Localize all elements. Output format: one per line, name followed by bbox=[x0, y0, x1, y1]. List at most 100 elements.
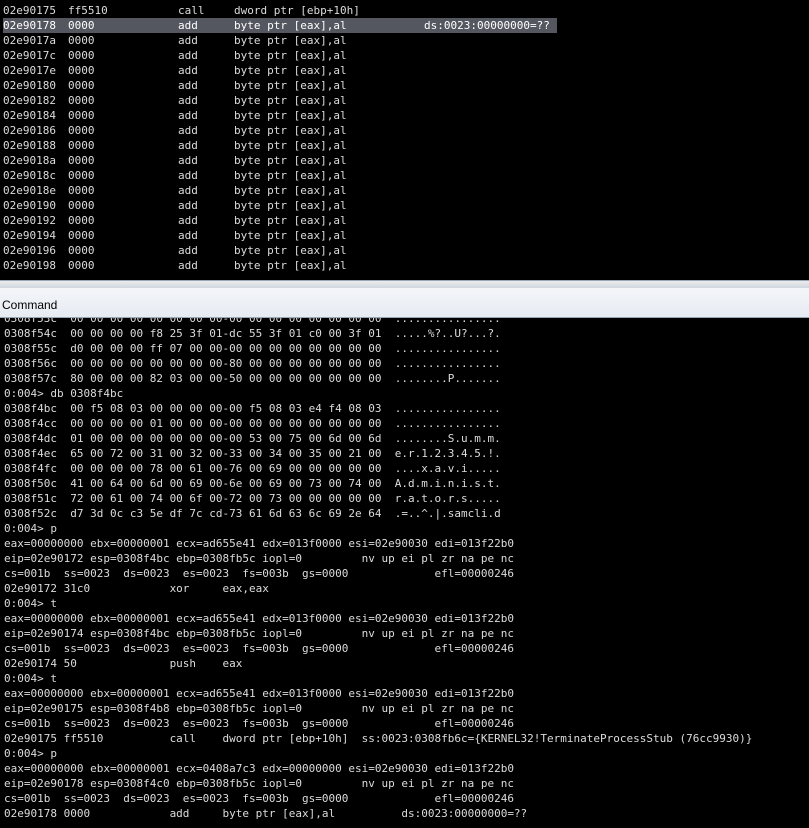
output-line: eip=02e90178 esp=0308f4c0 ebp=0308fb5c i… bbox=[4, 777, 514, 790]
instruction-operands: byte ptr [eax],al bbox=[234, 244, 347, 257]
command-output-pane[interactable]: 0308f53c 00 00 00 00 00 00 00 00-00 00 0… bbox=[0, 318, 809, 828]
instruction-mnemonic: add bbox=[178, 124, 198, 137]
pane-splitter[interactable] bbox=[0, 280, 809, 288]
instruction-mnemonic: add bbox=[178, 49, 198, 62]
instruction-address: 02e9017a bbox=[3, 34, 56, 47]
instruction-operands: byte ptr [eax],al bbox=[234, 49, 347, 62]
output-line: 0308f51c 72 00 61 00 74 00 6f 00-72 00 7… bbox=[4, 492, 501, 505]
command-prompt-line: 0:004> t bbox=[4, 672, 57, 685]
output-line: 0308f55c d0 00 00 00 ff 07 00 00-00 00 0… bbox=[4, 342, 501, 355]
instruction-address: 02e9018e bbox=[3, 184, 56, 197]
instruction-address: 02e9017c bbox=[3, 49, 56, 62]
instruction-address: 02e90180 bbox=[3, 79, 56, 92]
instruction-address: 02e90196 bbox=[3, 244, 56, 257]
command-output: 0308f53c 00 00 00 00 00 00 00 00-00 00 0… bbox=[4, 318, 809, 821]
instruction-address: 02e90188 bbox=[3, 139, 56, 152]
current-instruction-row[interactable]: 02e90178 0000 add byte ptr [eax],al ds:0023:… bbox=[3, 18, 557, 33]
disassembly-row[interactable]: 02e90184 0000 add byte ptr [eax],al bbox=[3, 108, 803, 123]
instruction-bytes: 0000 bbox=[68, 79, 95, 92]
instruction-mnemonic: add bbox=[178, 19, 198, 32]
instruction-operands: byte ptr [eax],al bbox=[234, 214, 347, 227]
instruction-address: 02e90198 bbox=[3, 259, 56, 272]
output-line: 0308f57c 80 00 00 00 82 03 00 00-50 00 0… bbox=[4, 372, 501, 385]
instruction-mnemonic: add bbox=[178, 154, 198, 167]
instruction-operands: byte ptr [eax],al bbox=[234, 184, 347, 197]
instruction-bytes: 0000 bbox=[68, 184, 95, 197]
output-line: 0308f54c 00 00 00 00 f8 25 3f 01-dc 55 3… bbox=[4, 327, 501, 340]
disassembly-row[interactable]: 02e90182 0000 add byte ptr [eax],al bbox=[3, 93, 803, 108]
instruction-operands: byte ptr [eax],al bbox=[234, 109, 347, 122]
instruction-mnemonic: add bbox=[178, 229, 198, 242]
instruction-mnemonic: add bbox=[178, 184, 198, 197]
instruction-bytes: 0000 bbox=[68, 154, 95, 167]
instruction-operands: byte ptr [eax],al bbox=[234, 154, 347, 167]
disassembly-row[interactable]: 02e90196 0000 add byte ptr [eax],al bbox=[3, 243, 803, 258]
instruction-operands: byte ptr [eax],al bbox=[234, 79, 347, 92]
instruction-operands: byte ptr [eax],al bbox=[234, 229, 347, 242]
instruction-bytes: 0000 bbox=[68, 109, 95, 122]
instruction-mnemonic: add bbox=[178, 169, 198, 182]
disassembly-row[interactable]: 02e9018c 0000 add byte ptr [eax],al bbox=[3, 168, 803, 183]
output-line: 0308f52c d7 3d 0c c3 5e df 7c cd-73 61 6… bbox=[4, 507, 501, 520]
output-line: eip=02e90175 esp=0308f4b8 ebp=0308fb5c i… bbox=[4, 702, 514, 715]
instruction-operands: byte ptr [eax],al bbox=[234, 19, 347, 32]
disassembly-row[interactable]: 02e90192 0000 add byte ptr [eax],al bbox=[3, 213, 803, 228]
instruction-mnemonic: add bbox=[178, 64, 198, 77]
instruction-bytes: 0000 bbox=[68, 19, 95, 32]
disassembly-row[interactable]: 02e90198 0000 add byte ptr [eax],al bbox=[3, 258, 803, 273]
command-window-title: Command bbox=[2, 298, 58, 312]
output-line: 0308f4dc 01 00 00 00 00 00 00 00-00 53 0… bbox=[4, 432, 501, 445]
output-line: eip=02e90172 esp=0308f4bc ebp=0308fb5c i… bbox=[4, 552, 514, 565]
output-line: cs=001b ss=0023 ds=0023 es=0023 fs=003b … bbox=[4, 642, 514, 655]
output-line: 02e90178 0000 add byte ptr [eax],al ds:0… bbox=[4, 807, 528, 820]
instruction-mnemonic: add bbox=[178, 199, 198, 212]
instruction-bytes: ff5510 bbox=[68, 4, 108, 17]
disassembly-row[interactable]: 02e9018a 0000 add byte ptr [eax],al bbox=[3, 153, 803, 168]
instruction-operands: byte ptr [eax],al bbox=[234, 94, 347, 107]
output-line: eip=02e90174 esp=0308f4bc ebp=0308fb5c i… bbox=[4, 627, 514, 640]
instruction-annotation: ds:0023:00000000=?? bbox=[424, 19, 550, 32]
disassembly-row[interactable]: 02e90190 0000 add byte ptr [eax],al bbox=[3, 198, 803, 213]
instruction-bytes: 0000 bbox=[68, 94, 95, 107]
command-window-titlebar[interactable]: Command bbox=[0, 288, 809, 318]
output-line: 0308f56c 00 00 00 00 00 00 00 00-80 00 0… bbox=[4, 357, 501, 370]
disassembly-row[interactable]: 02e90186 0000 add byte ptr [eax],al bbox=[3, 123, 803, 138]
disassembly-pane[interactable]: 02e90175 ff5510 call dword ptr [ebp+10h] 02e… bbox=[0, 0, 809, 280]
instruction-mnemonic: add bbox=[178, 34, 198, 47]
output-line: 0308f4ec 65 00 72 00 31 00 32 00-33 00 3… bbox=[4, 447, 501, 460]
instruction-bytes: 0000 bbox=[68, 139, 95, 152]
disassembly-row[interactable]: 02e9017c 0000 add byte ptr [eax],al bbox=[3, 48, 803, 63]
output-line: 02e90172 31c0 xor eax,eax bbox=[4, 582, 269, 595]
instruction-bytes: 0000 bbox=[68, 34, 95, 47]
output-line: 0308f50c 41 00 64 00 6d 00 69 00-6e 00 6… bbox=[4, 477, 501, 490]
instruction-address: 02e90190 bbox=[3, 199, 56, 212]
instruction-address: 02e90186 bbox=[3, 124, 56, 137]
output-line: 0308f4cc 00 00 00 00 01 00 00 00-00 00 0… bbox=[4, 417, 501, 430]
disassembly-row[interactable]: 02e9017e 0000 add byte ptr [eax],al bbox=[3, 63, 803, 78]
instruction-address: 02e90192 bbox=[3, 214, 56, 227]
instruction-operands: byte ptr [eax],al bbox=[234, 124, 347, 137]
instruction-address: 02e90184 bbox=[3, 109, 56, 122]
instruction-operands: byte ptr [eax],al bbox=[234, 199, 347, 212]
instruction-bytes: 0000 bbox=[68, 199, 95, 212]
instruction-address: 02e90182 bbox=[3, 94, 56, 107]
output-line: 02e90175 ff5510 call dword ptr [ebp+10h]… bbox=[4, 732, 753, 745]
output-line: eax=00000000 ebx=00000001 ecx=ad655e41 e… bbox=[4, 612, 514, 625]
disassembly-row[interactable]: 02e90180 0000 add byte ptr [eax],al bbox=[3, 78, 803, 93]
instruction-mnemonic: add bbox=[178, 79, 198, 92]
instruction-mnemonic: add bbox=[178, 94, 198, 107]
instruction-address: 02e90194 bbox=[3, 229, 56, 242]
output-line: 0308f4bc 00 f5 08 03 00 00 00 00-00 f5 0… bbox=[4, 402, 501, 415]
disassembly-row[interactable]: 02e90188 0000 add byte ptr [eax],al bbox=[3, 138, 803, 153]
output-line: cs=001b ss=0023 ds=0023 es=0023 fs=003b … bbox=[4, 792, 514, 805]
disassembly-row[interactable]: 02e9018e 0000 add byte ptr [eax],al bbox=[3, 183, 803, 198]
instruction-address: 02e9017e bbox=[3, 64, 56, 77]
instruction-operands: byte ptr [eax],al bbox=[234, 259, 347, 272]
instruction-mnemonic: add bbox=[178, 139, 198, 152]
disassembly-row[interactable]: 02e90194 0000 add byte ptr [eax],al bbox=[3, 228, 803, 243]
instruction-operands: byte ptr [eax],al bbox=[234, 64, 347, 77]
disassembly-row[interactable]: 02e9017a 0000 add byte ptr [eax],al bbox=[3, 33, 803, 48]
instruction-mnemonic: add bbox=[178, 259, 198, 272]
output-line: cs=001b ss=0023 ds=0023 es=0023 fs=003b … bbox=[4, 567, 514, 580]
disassembly-row[interactable]: 02e90175 ff5510 call dword ptr [ebp+10h] bbox=[3, 3, 803, 18]
